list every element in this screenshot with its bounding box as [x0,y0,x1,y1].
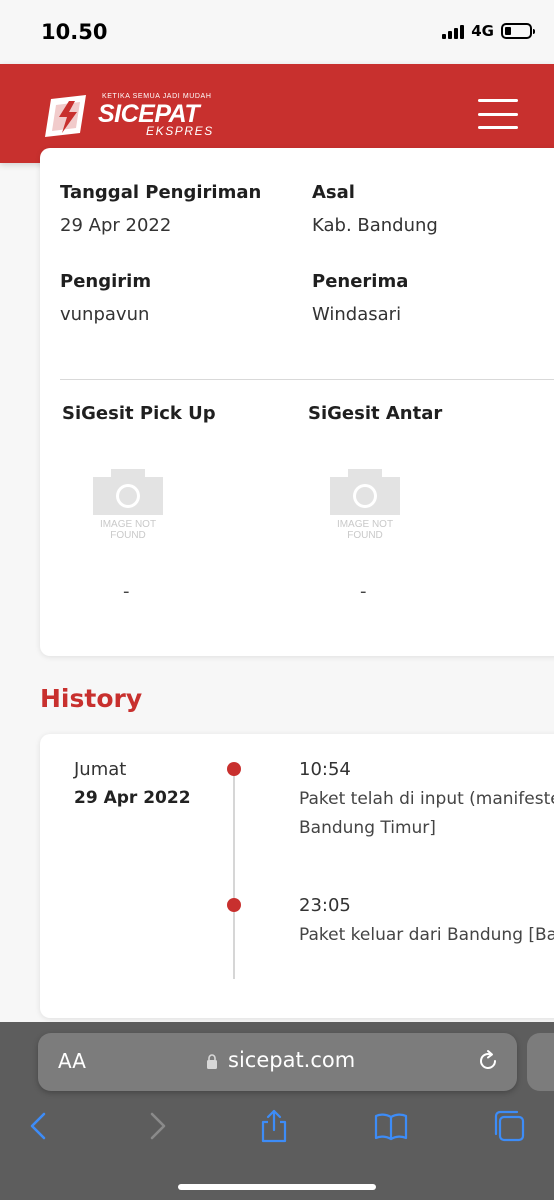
browser-toolbar: AA sicepat.com [0,1022,554,1200]
event-time: 10:54 [299,759,351,780]
share-icon[interactable] [256,1108,292,1144]
sender-value: vunpavun [60,304,150,325]
logo-mark-icon [45,95,86,137]
home-indicator [178,1184,376,1190]
delivery-value: - [360,581,367,602]
pickup-value: - [123,581,130,602]
logo-sub: EKSPRES [146,124,214,138]
pickup-label: SiGesit Pick Up [62,403,216,424]
camera-icon [93,469,163,515]
shipping-date-label: Tanggal Pengiriman [60,182,262,203]
battery-icon [501,23,535,39]
reload-icon[interactable] [476,1049,500,1073]
history-day: Jumat [74,759,127,780]
tabs-icon[interactable] [491,1108,527,1144]
shipment-info-card: Tanggal Pengiriman 29 Apr 2022 Asal Kab.… [40,148,554,656]
delivery-photo-placeholder: IMAGE NOT FOUND [330,469,400,541]
recipient-label: Penerima [312,271,409,292]
timeline-dot [227,762,241,776]
timeline-line [233,770,235,979]
event-description-line: Paket keluar dari Bandung [Ba [299,925,554,945]
forward-icon[interactable] [139,1108,175,1144]
sicepat-logo[interactable]: KETIKA SEMUA JADI MUDAH SICEPAT EKSPRES [42,88,232,143]
history-title: History [40,684,143,713]
camera-icon [330,469,400,515]
signal-icon [442,23,465,39]
url-text[interactable]: sicepat.com [228,1048,355,1072]
recipient-value: Windasari [312,304,402,325]
divider [60,379,554,380]
image-not-found-text: IMAGE NOT FOUND [336,519,394,541]
bookmarks-icon[interactable] [373,1108,409,1144]
history-card: Jumat 29 Apr 2022 10:54 Paket telah di i… [40,734,554,1018]
hamburger-menu-icon[interactable] [478,99,518,129]
status-time: 10.50 [41,20,108,44]
event-description-line: Paket telah di input (manifeste [299,789,554,809]
status-indicators: 4G [442,22,535,40]
text-size-button[interactable]: AA [58,1049,86,1073]
status-bar: 10.50 4G [0,0,554,64]
event-description: Paket keluar dari Bandung [Ba [299,921,554,950]
timeline-dot [227,898,241,912]
next-tab-preview[interactable] [527,1033,554,1091]
logo-tagline: KETIKA SEMUA JADI MUDAH [102,93,212,100]
history-date: 29 Apr 2022 [74,788,191,808]
event-description-line: Bandung Timur] [299,818,436,838]
origin-label: Asal [312,182,355,203]
delivery-label: SiGesit Antar [308,403,443,424]
event-description: Paket telah di input (manifeste Bandung … [299,785,554,843]
back-icon[interactable] [21,1108,57,1144]
sender-label: Pengirim [60,271,152,292]
event-time: 23:05 [299,895,351,916]
origin-value: Kab. Bandung [312,215,438,236]
address-bar[interactable]: AA sicepat.com [38,1033,517,1091]
lock-icon [207,1054,217,1069]
pickup-photo-placeholder: IMAGE NOT FOUND [93,469,163,541]
network-type: 4G [471,22,494,40]
image-not-found-text: IMAGE NOT FOUND [99,519,157,541]
shipping-date-value: 29 Apr 2022 [60,215,172,236]
